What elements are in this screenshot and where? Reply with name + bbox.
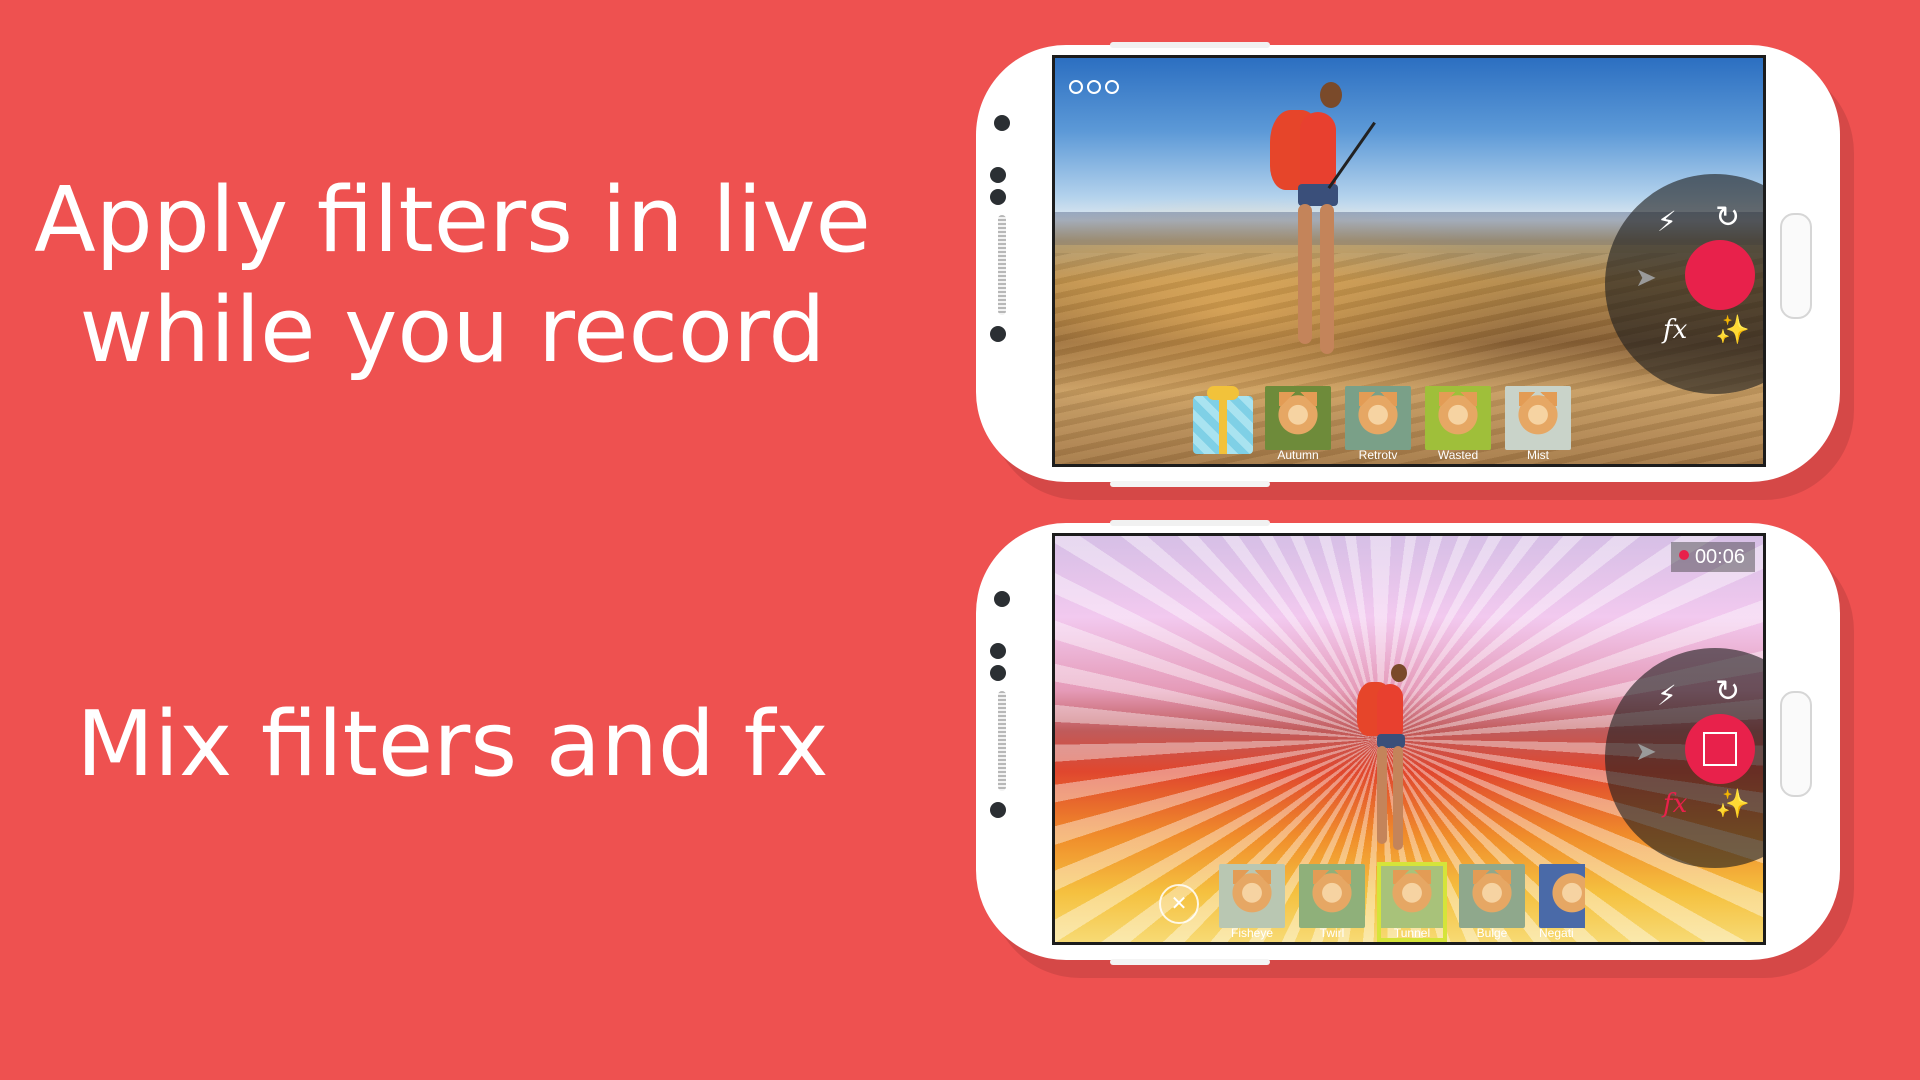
flash-icon[interactable]: ⚡ <box>1657 682 1677 710</box>
filter-thumb-retrotv[interactable]: Retrotv <box>1345 386 1411 462</box>
effect-label: Twirl <box>1319 926 1345 940</box>
phone-sensor <box>990 802 1006 818</box>
gift-box-icon[interactable] <box>1193 386 1253 454</box>
phone-sensor <box>990 326 1006 342</box>
phone-speaker <box>998 215 1006 315</box>
headline-mix-filters: Mix filters and fx <box>0 690 905 800</box>
share-icon[interactable]: ➤ <box>1635 264 1657 292</box>
clear-effect-button[interactable]: ✕ <box>1159 884 1199 924</box>
flash-icon[interactable]: ⚡ <box>1657 208 1677 236</box>
phone-sensor <box>990 189 1006 205</box>
filter-strip: Autumn Retrotv Wasted Mist <box>1265 386 1571 462</box>
share-icon[interactable]: ➤ <box>1635 738 1657 766</box>
filter-label: Autumn <box>1277 448 1319 462</box>
filter-label: Mist <box>1527 448 1549 462</box>
camera-viewfinder: ⚡ ↻ ➤ fx ✨ Autumn Retrotv Wasted Mist <box>1052 55 1766 467</box>
phone-sensor <box>990 665 1006 681</box>
phone-home-button <box>1780 213 1812 319</box>
effect-label: Bulge <box>1476 926 1508 940</box>
headline-apply-filters: Apply filters in live while you record <box>0 166 905 386</box>
stop-icon <box>1703 732 1737 766</box>
effect-thumb-bulge[interactable]: Bulge <box>1459 864 1525 940</box>
phone-mockup-bottom: 00:06 ⚡ ↻ ➤ fx ✨ ✕ Fisheye Twirl Tunnel … <box>976 520 1840 965</box>
phone-home-button <box>1780 691 1812 797</box>
phone-edge <box>1110 520 1270 526</box>
fx-icon[interactable]: fx <box>1663 316 1687 344</box>
phone-sensor <box>994 115 1010 131</box>
filter-thumb-mist[interactable]: Mist <box>1505 386 1571 462</box>
switch-camera-icon[interactable]: ↻ <box>1715 677 1740 707</box>
record-button[interactable] <box>1685 240 1755 310</box>
headline-line: Apply filters in live <box>34 168 871 273</box>
phone-edge <box>1110 959 1270 965</box>
phone-sensor <box>994 591 1010 607</box>
effect-strip: Fisheye Twirl Tunnel Bulge Negati <box>1219 862 1585 942</box>
headline-line: Mix filters and fx <box>76 692 829 797</box>
stop-recording-button[interactable] <box>1685 714 1755 784</box>
effect-label: Fisheye <box>1230 926 1274 940</box>
phone-edge <box>1110 481 1270 487</box>
filter-label: Retrotv <box>1358 448 1398 462</box>
fx-icon[interactable]: fx <box>1663 790 1687 818</box>
effect-label: Negati <box>1539 926 1574 940</box>
phone-sensor <box>990 643 1006 659</box>
camera-viewfinder-fx: 00:06 ⚡ ↻ ➤ fx ✨ ✕ Fisheye Twirl Tunnel … <box>1052 533 1766 945</box>
effect-thumb-tunnel[interactable]: Tunnel <box>1377 862 1447 942</box>
phone-mockup-top: ⚡ ↻ ➤ fx ✨ Autumn Retrotv Wasted Mist <box>976 42 1840 487</box>
phone-speaker <box>998 691 1006 791</box>
filter-label: Wasted <box>1437 448 1479 462</box>
phone-edge <box>1110 42 1270 48</box>
effect-label: Tunnel <box>1393 926 1431 940</box>
switch-camera-icon[interactable]: ↻ <box>1715 203 1740 233</box>
photo-subject <box>1357 660 1475 880</box>
recording-timer: 00:06 <box>1670 542 1755 572</box>
effect-thumb-twirl[interactable]: Twirl <box>1299 864 1365 940</box>
filter-thumb-wasted[interactable]: Wasted <box>1425 386 1491 462</box>
effect-thumb-negative[interactable]: Negati <box>1539 864 1585 940</box>
photo-subject <box>1270 76 1440 376</box>
more-dots-icon[interactable] <box>1069 80 1119 94</box>
camera-control-panel: ⚡ ↻ ➤ fx ✨ <box>1605 648 1763 868</box>
recording-dot-icon <box>1678 550 1689 560</box>
filter-thumb-autumn[interactable]: Autumn <box>1265 386 1331 462</box>
phone-sensor <box>990 167 1006 183</box>
headline-line: while you record <box>79 278 826 383</box>
magic-wand-icon[interactable]: ✨ <box>1715 316 1750 344</box>
magic-wand-icon[interactable]: ✨ <box>1715 790 1750 818</box>
effect-thumb-fisheye[interactable]: Fisheye <box>1219 864 1285 940</box>
timer-value: 00:06 <box>1694 546 1745 568</box>
